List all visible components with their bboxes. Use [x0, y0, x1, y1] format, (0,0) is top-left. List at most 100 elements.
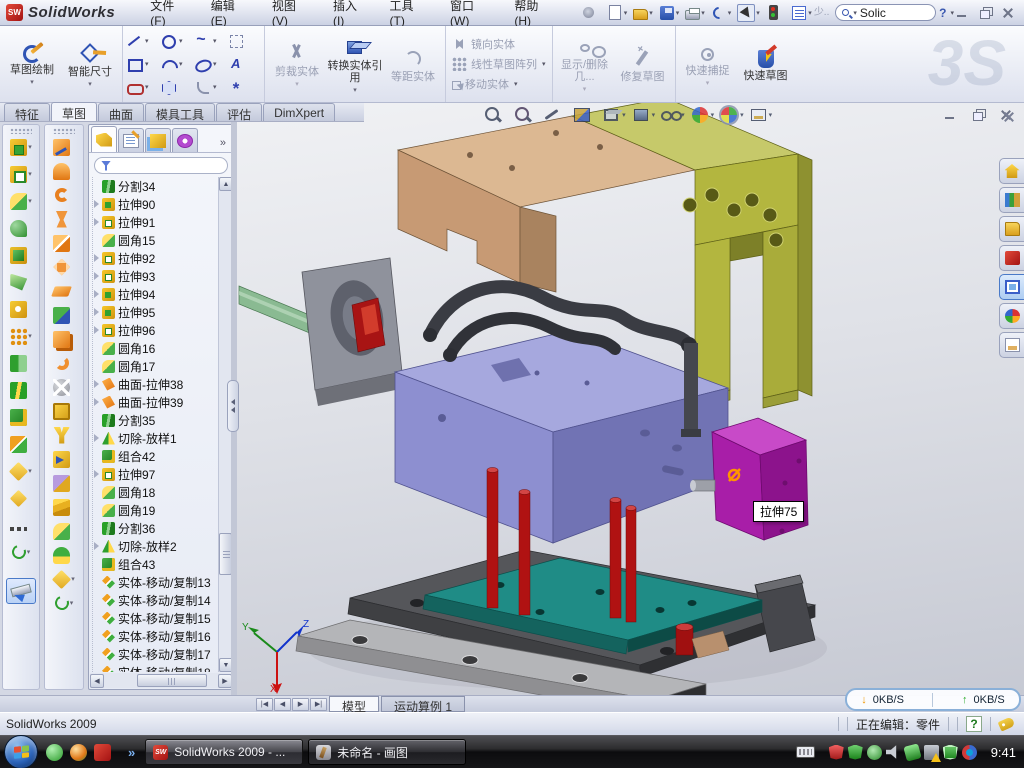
propertymanager-tab-icon[interactable]: [118, 128, 144, 152]
sync-icon[interactable]: [962, 745, 977, 760]
plane-icon[interactable]: ▾: [10, 489, 32, 507]
wireless-icon[interactable]: [903, 743, 921, 761]
delete-face-icon[interactable]: ▾: [53, 378, 75, 396]
ruled-surface-icon[interactable]: ▾: [55, 354, 74, 372]
panel-overflow-button[interactable]: »: [215, 137, 231, 152]
undo-icon[interactable]: ▾: [709, 3, 734, 23]
sketch-fillet-icon[interactable]: ▾: [194, 79, 227, 95]
move-entities-button[interactable]: 移动实体 ▾: [450, 75, 520, 93]
toolbox-tab-icon[interactable]: [999, 245, 1024, 271]
display-style-icon[interactable]: ▾: [631, 105, 656, 125]
quick-snaps-button[interactable]: 快速捕捉 ▾: [680, 42, 736, 87]
volume-icon[interactable]: [886, 745, 901, 760]
planar-surface-icon[interactable]: ▾: [53, 282, 75, 300]
model-tab[interactable]: 运动算例 1: [381, 696, 465, 712]
zoom-to-area-icon[interactable]: ▾: [513, 105, 538, 125]
offset-entities-button[interactable]: 等距实体: [385, 45, 441, 83]
view-palette-tab-icon[interactable]: [999, 274, 1024, 300]
helix-icon[interactable]: ▾: [12, 543, 31, 561]
smart-dimension-button[interactable]: 智能尺寸 ▾: [62, 40, 118, 88]
feature-tree-item[interactable]: 切除-放样1: [93, 429, 217, 447]
feature-tree-item[interactable]: 实体-移动/复制16: [93, 627, 217, 645]
file-explorer-tab-icon[interactable]: [999, 216, 1024, 242]
edit-appearance-icon[interactable]: ▾: [690, 105, 715, 125]
spline-icon[interactable]: ▾: [194, 33, 227, 49]
3d-model-scene[interactable]: Y Z X: [237, 103, 1024, 695]
search-input[interactable]: ▾ Solic: [835, 4, 936, 21]
point-icon[interactable]: ▾: [228, 79, 261, 95]
command-tab[interactable]: 特征: [4, 103, 50, 121]
repair-sketch-button[interactable]: 修复草图: [615, 45, 671, 83]
hole-wizard-icon[interactable]: ▾: [10, 300, 32, 318]
expand-arrow-icon[interactable]: [94, 272, 99, 280]
linear-sketch-pattern-button[interactable]: 线性草图阵列 ▾: [450, 55, 548, 73]
polygon-icon[interactable]: ▾: [160, 79, 193, 95]
boundary-surface-icon[interactable]: ▾: [53, 234, 75, 252]
rectangle-icon[interactable]: ▾: [126, 56, 159, 72]
split-icon[interactable]: ▾: [10, 381, 32, 399]
panel-splitter[interactable]: [231, 122, 237, 695]
messenger-launch-icon[interactable]: [46, 744, 63, 761]
expand-arrow-icon[interactable]: [94, 308, 99, 316]
freeform-icon[interactable]: ▾: [53, 498, 75, 516]
input-method-icon[interactable]: [796, 746, 815, 758]
swept-boss-icon[interactable]: ▾: [10, 219, 32, 237]
expand-arrow-icon[interactable]: [94, 398, 99, 406]
browser-launch-icon[interactable]: [70, 744, 87, 761]
task-pane-close-icon[interactable]: [1001, 110, 1017, 124]
expand-arrow-icon[interactable]: [94, 290, 99, 298]
feature-tree-item[interactable]: 拉伸90: [93, 195, 217, 213]
feature-tree-item[interactable]: 分割35: [93, 411, 217, 429]
extruded-boss-icon[interactable]: ▾: [10, 138, 32, 156]
line-icon[interactable]: ▾: [126, 33, 159, 49]
circle-icon[interactable]: ▾: [160, 33, 193, 49]
resources-tab-icon[interactable]: [999, 158, 1024, 184]
view-settings-icon[interactable]: ▾: [749, 105, 773, 125]
rapid-sketch-button[interactable]: 快速草图: [738, 46, 794, 82]
first-tab-icon[interactable]: |◀: [256, 698, 273, 711]
configurationmanager-tab-icon[interactable]: [145, 128, 171, 152]
previous-view-icon[interactable]: ▾: [542, 105, 567, 125]
options-list-icon[interactable]: ▾: [789, 3, 814, 23]
feature-tree-item[interactable]: 实体-移动/复制15: [93, 609, 217, 627]
restore-button[interactable]: [977, 6, 993, 20]
trim-entities-button[interactable]: 剪裁实体 ▾: [269, 40, 325, 88]
appearances-tab-icon[interactable]: [999, 303, 1024, 329]
hide-show-items-icon[interactable]: ▾: [660, 105, 685, 125]
purple-mold-part[interactable]: [395, 330, 728, 543]
scroll-right-icon[interactable]: ▶: [218, 674, 232, 688]
expand-arrow-icon[interactable]: [94, 542, 99, 550]
quicklaunch-more-icon[interactable]: »: [128, 745, 135, 760]
instant3d-button[interactable]: [6, 578, 36, 604]
model-tab[interactable]: 模型: [329, 696, 379, 712]
taskbar-button-solidworks[interactable]: SW SolidWorks 2009 - ...: [145, 739, 303, 765]
lofted-surface-icon[interactable]: ▾: [53, 210, 75, 228]
lofted-cut-icon[interactable]: ▾: [10, 273, 32, 291]
document-minimize-button[interactable]: [942, 108, 958, 122]
command-tab[interactable]: 草图: [51, 102, 97, 121]
zoom-to-fit-icon[interactable]: ▾: [483, 105, 508, 125]
feature-tree-item[interactable]: 拉伸91: [93, 213, 217, 231]
convert-entities-button[interactable]: 转换实体引用 ▾: [327, 34, 383, 94]
custom-properties-tab-icon[interactable]: [999, 332, 1024, 358]
tree-filter-input[interactable]: [94, 157, 228, 174]
offset-surface-icon[interactable]: ▾: [53, 330, 75, 348]
command-tab[interactable]: 模具工具: [145, 103, 215, 121]
expand-arrow-icon[interactable]: [94, 434, 99, 442]
feature-tree-item[interactable]: 拉伸92: [93, 249, 217, 267]
toolbar-grip[interactable]: [10, 128, 32, 134]
design-library-tab-icon[interactable]: [999, 187, 1024, 213]
expand-arrow-icon[interactable]: [94, 470, 99, 478]
expand-arrow-icon[interactable]: [94, 326, 99, 334]
panel-collapse-handle[interactable]: [227, 380, 239, 432]
axis-icon[interactable]: ▾: [10, 516, 32, 534]
pin-icon[interactable]: ▾: [579, 3, 603, 23]
new-document-icon[interactable]: ▾: [605, 3, 630, 23]
feature-tree-item[interactable]: 拉伸96: [93, 321, 217, 339]
tree-horizontal-scrollbar[interactable]: ◀ ▶: [90, 673, 232, 688]
help-button[interactable]: ?: [936, 6, 949, 20]
last-tab-icon[interactable]: ▶|: [310, 698, 327, 711]
dimxpert-tab-icon[interactable]: [172, 128, 198, 152]
status-help-icon[interactable]: ?: [966, 716, 982, 732]
selection-box-icon[interactable]: ▾: [228, 33, 261, 49]
